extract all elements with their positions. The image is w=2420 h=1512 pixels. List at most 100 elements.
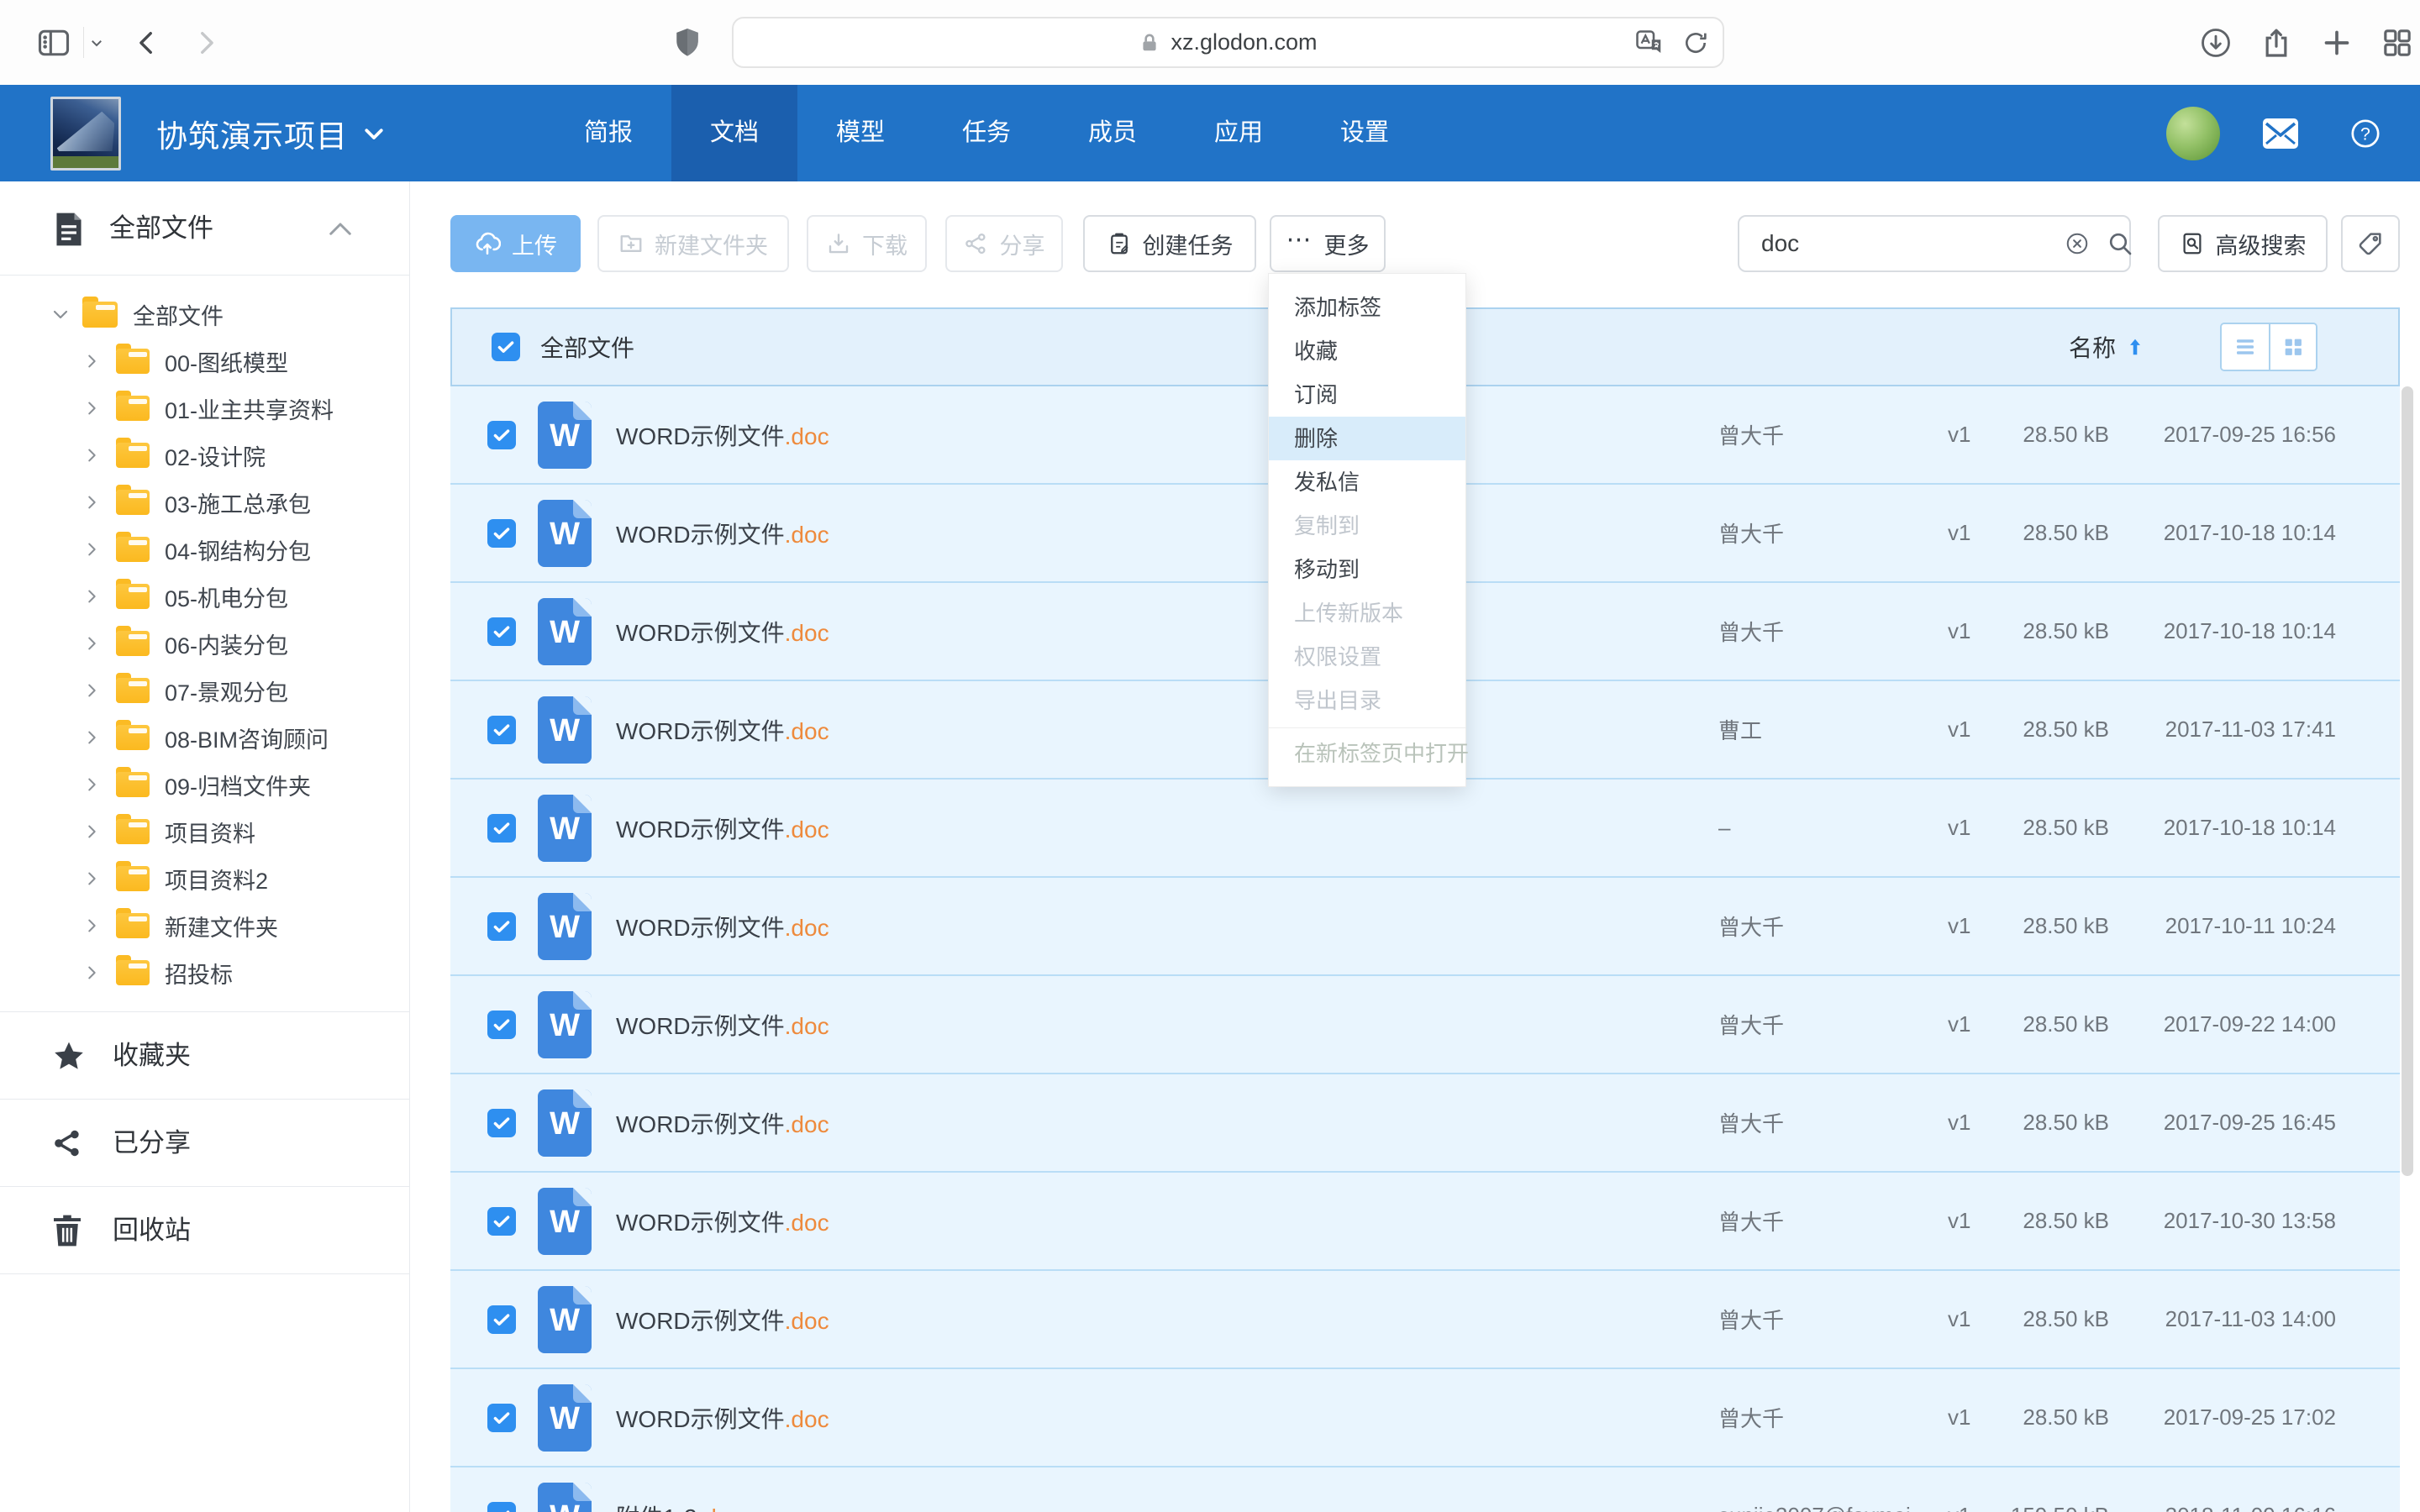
help-icon[interactable]: ? [2349, 118, 2381, 150]
tree-item-folder[interactable]: 08-BIM咨询顾问 [0, 714, 409, 761]
tree-item-folder[interactable]: 01-业主共享资料 [0, 385, 409, 432]
chevron-right-icon[interactable] [82, 681, 103, 700]
file-name[interactable]: WORD示例文件.doc [616, 811, 829, 845]
nav-tab[interactable]: 简报 [545, 85, 671, 181]
row-checkbox[interactable] [487, 421, 516, 449]
menu-item[interactable]: 导出目录 [1269, 679, 1465, 722]
project-switcher[interactable]: 协筑演示项目 [156, 85, 387, 181]
sidebar-item-shared[interactable]: 已分享 [0, 1100, 409, 1187]
menu-item[interactable]: 在新标签页中打开 [1269, 727, 1465, 774]
mail-icon[interactable] [2260, 116, 2301, 151]
chevron-right-icon[interactable] [82, 634, 103, 653]
forward-button[interactable] [192, 29, 220, 57]
upload-button[interactable]: 上传 [450, 215, 581, 272]
tree-item-folder[interactable]: 05-机电分包 [0, 573, 409, 620]
menu-item[interactable]: 添加标签 [1269, 286, 1465, 329]
table-row[interactable]: WORD示例文件.doc 曾大千 v1 28.50 kB 2017-09-25 … [450, 1074, 2400, 1173]
sidebar-toggle-icon[interactable] [35, 24, 72, 61]
nav-tab[interactable]: 文档 [671, 85, 797, 181]
menu-item[interactable]: 收藏 [1269, 329, 1465, 373]
menu-item[interactable]: 订阅 [1269, 373, 1465, 417]
menu-item[interactable]: 复制到 [1269, 504, 1465, 548]
translate-icon[interactable] [1634, 28, 1664, 58]
chevron-right-icon[interactable] [82, 869, 103, 888]
sidebar-item-favorites[interactable]: 收藏夹 [0, 1012, 409, 1100]
new-tab-button[interactable] [2320, 26, 2354, 60]
nav-tab[interactable]: 模型 [797, 85, 923, 181]
chevron-right-icon[interactable] [82, 728, 103, 747]
row-checkbox[interactable] [487, 1011, 516, 1039]
chevron-right-icon[interactable] [82, 822, 103, 841]
tree-item-folder[interactable]: 02-设计院 [0, 432, 409, 479]
sidebar-section-all-files[interactable]: 全部文件 [0, 181, 409, 276]
share-button[interactable]: 分享 [945, 215, 1063, 272]
tree-item-folder[interactable]: 项目资料 [0, 808, 409, 855]
tree-item-folder[interactable]: 04-钢结构分包 [0, 526, 409, 573]
nav-tab[interactable]: 设置 [1302, 85, 1428, 181]
menu-item[interactable]: 移动到 [1269, 548, 1465, 591]
download-button[interactable]: 下载 [807, 215, 927, 272]
clear-search-icon[interactable] [2065, 231, 2090, 256]
file-name[interactable]: WORD示例文件.doc [616, 615, 829, 648]
list-view-button[interactable] [2222, 324, 2269, 370]
file-name[interactable]: WORD示例文件.doc [616, 713, 829, 747]
table-row[interactable]: WORD示例文件.doc 曾大千 v1 28.50 kB 2017-09-25 … [450, 1369, 2400, 1467]
chevron-right-icon[interactable] [82, 399, 103, 417]
menu-item[interactable]: 权限设置 [1269, 635, 1465, 679]
row-checkbox[interactable] [487, 912, 516, 941]
table-row[interactable]: WORD示例文件.doc 曾大千 v1 28.50 kB 2017-10-11 … [450, 878, 2400, 976]
tab-overview-button[interactable] [2381, 26, 2414, 60]
row-checkbox[interactable] [487, 716, 516, 744]
chevron-right-icon[interactable] [82, 963, 103, 982]
search-input[interactable] [1739, 217, 2065, 270]
menu-item[interactable]: 上传新版本 [1269, 591, 1465, 635]
table-row[interactable]: WORD示例文件.doc 曾大千 v1 28.50 kB 2017-09-22 … [450, 976, 2400, 1074]
tree-item-folder[interactable]: 新建文件夹 [0, 902, 409, 949]
sidebar-options-chevron-icon[interactable] [89, 35, 104, 50]
nav-tab[interactable]: 成员 [1050, 85, 1176, 181]
file-name[interactable]: WORD示例文件.doc [616, 1008, 829, 1042]
chevron-right-icon[interactable] [82, 587, 103, 606]
scrollbar-thumb[interactable] [2402, 386, 2413, 1176]
nav-tab[interactable]: 任务 [923, 85, 1050, 181]
tree-item-folder[interactable]: 07-景观分包 [0, 667, 409, 714]
row-checkbox[interactable] [487, 519, 516, 548]
chevron-right-icon[interactable] [82, 775, 103, 794]
row-checkbox[interactable] [487, 1109, 516, 1137]
file-name[interactable]: WORD示例文件.doc [616, 1401, 829, 1435]
nav-tab[interactable]: 应用 [1176, 85, 1302, 181]
chevron-right-icon[interactable] [82, 493, 103, 512]
privacy-shield-icon[interactable] [673, 27, 702, 59]
row-checkbox[interactable] [487, 1305, 516, 1334]
chevron-down-icon[interactable] [50, 304, 71, 324]
table-row[interactable]: WORD示例文件.doc 曾大千 v1 28.50 kB 2017-11-03 … [450, 1271, 2400, 1369]
file-name[interactable]: WORD示例文件.doc [616, 517, 829, 550]
file-name[interactable]: WORD示例文件.doc [616, 418, 829, 452]
row-checkbox[interactable] [487, 814, 516, 843]
tree-item-folder[interactable]: 项目资料2 [0, 855, 409, 902]
file-name[interactable]: WORD示例文件.doc [616, 1205, 829, 1238]
new-folder-button[interactable]: 新建文件夹 [597, 215, 789, 272]
file-name[interactable]: WORD示例文件.doc [616, 910, 829, 943]
tree-item-folder[interactable]: 00-图纸模型 [0, 338, 409, 385]
row-checkbox[interactable] [487, 617, 516, 646]
tree-item-folder[interactable]: 03-施工总承包 [0, 479, 409, 526]
table-row[interactable]: 附件1-2.doc sunjie2007@foxmai... v1 159.50… [450, 1467, 2400, 1512]
file-name[interactable]: WORD示例文件.doc [616, 1303, 829, 1336]
tag-button[interactable] [2341, 215, 2400, 272]
menu-item[interactable]: 发私信 [1269, 460, 1465, 504]
tree-item-root[interactable]: 全部文件 [0, 291, 409, 338]
user-avatar[interactable] [2166, 107, 2220, 160]
row-checkbox[interactable] [487, 1404, 516, 1432]
url-bar[interactable]: xz.glodon.com [732, 17, 1724, 68]
file-name[interactable]: 附件1-2.doc [616, 1499, 741, 1512]
table-row[interactable]: WORD示例文件.doc – v1 28.50 kB 2017-10-18 10… [450, 780, 2400, 878]
project-logo[interactable] [50, 97, 121, 171]
advanced-search-button[interactable]: 高级搜索 [2158, 215, 2328, 272]
back-button[interactable] [133, 29, 161, 57]
create-task-button[interactable]: 创建任务 [1083, 215, 1256, 272]
sidebar-item-recycle-bin[interactable]: 回收站 [0, 1187, 409, 1274]
chevron-right-icon[interactable] [82, 446, 103, 465]
tree-item-folder[interactable]: 09-归档文件夹 [0, 761, 409, 808]
more-button[interactable]: ⋯ 更多 [1270, 215, 1386, 272]
